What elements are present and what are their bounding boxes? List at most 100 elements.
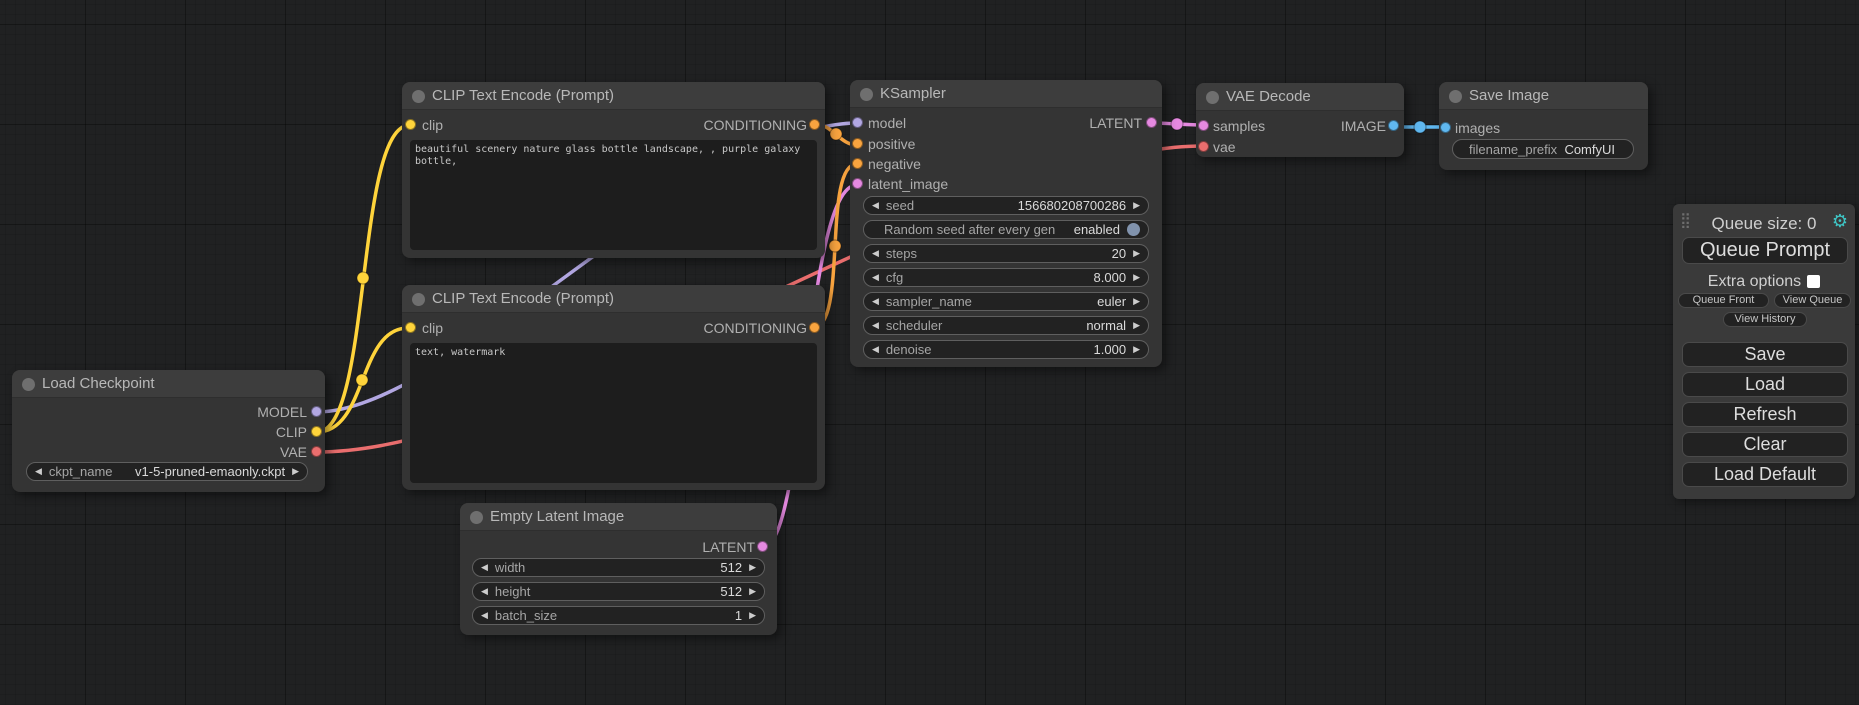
width-widget[interactable]: ◀ width 512 ▶: [472, 558, 765, 577]
output-port-model[interactable]: [311, 406, 322, 417]
node-title-bar[interactable]: VAE Decode: [1196, 83, 1404, 111]
link-midpoint-dot: [1414, 121, 1426, 133]
node-title: KSampler: [880, 85, 946, 102]
sampler-name-widget[interactable]: ◀ sampler_name euler ▶: [863, 292, 1149, 311]
batch-size-widget[interactable]: ◀ batch_size 1 ▶: [472, 606, 765, 625]
prompt-textarea[interactable]: beautiful scenery nature glass bottle la…: [410, 140, 817, 250]
load-button[interactable]: Load: [1682, 372, 1848, 397]
prompt-textarea[interactable]: text, watermark: [410, 343, 817, 483]
queue-prompt-button[interactable]: Queue Prompt: [1682, 237, 1848, 264]
decrement-arrow-icon[interactable]: ◀: [872, 340, 879, 359]
view-queue-button[interactable]: View Queue: [1774, 293, 1851, 308]
save-button[interactable]: Save: [1682, 342, 1848, 367]
increment-arrow-icon[interactable]: ▶: [749, 558, 756, 577]
node-clip-text-encode-positive[interactable]: CLIP Text Encode (Prompt) clip CONDITION…: [402, 82, 825, 258]
node-title-bar[interactable]: Save Image: [1439, 82, 1648, 110]
input-port-vae[interactable]: [1198, 141, 1209, 152]
node-collapse-dot-icon[interactable]: [22, 378, 35, 391]
input-port-clip[interactable]: [405, 322, 416, 333]
increment-arrow-icon[interactable]: ▶: [292, 462, 299, 481]
increment-arrow-icon[interactable]: ▶: [1133, 268, 1140, 287]
node-title-bar[interactable]: CLIP Text Encode (Prompt): [402, 285, 825, 313]
node-ksampler[interactable]: KSampler model positive negative latent_…: [850, 80, 1162, 367]
extra-options-row: Extra options: [1673, 273, 1855, 291]
increment-arrow-icon[interactable]: ▶: [1133, 340, 1140, 359]
node-collapse-dot-icon[interactable]: [1449, 90, 1462, 103]
node-title-bar[interactable]: CLIP Text Encode (Prompt): [402, 82, 825, 110]
output-label-conditioning: CONDITIONING: [704, 320, 807, 336]
node-title-bar[interactable]: KSampler: [850, 80, 1162, 108]
input-port-negative[interactable]: [852, 158, 863, 169]
decrement-arrow-icon[interactable]: ◀: [872, 268, 879, 287]
input-port-positive[interactable]: [852, 138, 863, 149]
queue-menu-panel: ⣿ Queue size: 0 ⚙ Queue Prompt Extra opt…: [1673, 204, 1855, 499]
increment-arrow-icon[interactable]: ▶: [1133, 292, 1140, 311]
settings-gear-icon[interactable]: ⚙: [1832, 211, 1848, 232]
node-collapse-dot-icon[interactable]: [470, 511, 483, 524]
node-vae-decode[interactable]: VAE Decode samples vae IMAGE: [1196, 83, 1404, 157]
output-port-clip[interactable]: [311, 426, 322, 437]
node-collapse-dot-icon[interactable]: [1206, 91, 1219, 104]
node-collapse-dot-icon[interactable]: [412, 293, 425, 306]
output-port-latent[interactable]: [757, 541, 768, 552]
increment-arrow-icon[interactable]: ▶: [749, 606, 756, 625]
decrement-arrow-icon[interactable]: ◀: [481, 558, 488, 577]
node-title-bar[interactable]: Load Checkpoint: [12, 370, 325, 398]
toggle-knob-icon[interactable]: [1127, 223, 1140, 236]
widget-value: ComfyUI: [1564, 142, 1615, 157]
input-port-clip[interactable]: [405, 119, 416, 130]
scheduler-widget[interactable]: ◀ scheduler normal ▶: [863, 316, 1149, 335]
output-port-vae[interactable]: [311, 446, 322, 457]
height-widget[interactable]: ◀ height 512 ▶: [472, 582, 765, 601]
decrement-arrow-icon[interactable]: ◀: [872, 316, 879, 335]
seed-widget[interactable]: ◀ seed 156680208700286 ▶: [863, 196, 1149, 215]
input-port-model[interactable]: [852, 117, 863, 128]
input-port-latent-image[interactable]: [852, 178, 863, 189]
increment-arrow-icon[interactable]: ▶: [749, 582, 756, 601]
load-default-button[interactable]: Load Default: [1682, 462, 1848, 487]
decrement-arrow-icon[interactable]: ◀: [35, 462, 42, 481]
random-seed-toggle-widget[interactable]: Random seed after every gen enabled: [863, 220, 1149, 239]
input-port-samples[interactable]: [1198, 120, 1209, 131]
node-title: CLIP Text Encode (Prompt): [432, 87, 614, 104]
extra-options-checkbox[interactable]: [1807, 275, 1820, 288]
input-label-clip: clip: [422, 320, 443, 336]
node-load-checkpoint[interactable]: Load Checkpoint MODEL CLIP VAE ◀ ckpt_na…: [12, 370, 325, 492]
increment-arrow-icon[interactable]: ▶: [1133, 244, 1140, 263]
decrement-arrow-icon[interactable]: ◀: [481, 582, 488, 601]
comfyui-canvas[interactable]: { "ui": { "arrow_left": "◀", "arrow_righ…: [0, 0, 1859, 705]
node-title: CLIP Text Encode (Prompt): [432, 290, 614, 307]
output-port-latent[interactable]: [1146, 117, 1157, 128]
queue-front-button[interactable]: Queue Front: [1678, 293, 1769, 308]
output-port-conditioning[interactable]: [809, 119, 820, 130]
increment-arrow-icon[interactable]: ▶: [1133, 316, 1140, 335]
decrement-arrow-icon[interactable]: ◀: [872, 292, 879, 311]
decrement-arrow-icon[interactable]: ◀: [872, 244, 879, 263]
input-port-images[interactable]: [1440, 122, 1451, 133]
filename-prefix-widget[interactable]: filename_prefix ComfyUI: [1452, 139, 1634, 159]
increment-arrow-icon[interactable]: ▶: [1133, 196, 1140, 215]
decrement-arrow-icon[interactable]: ◀: [872, 196, 879, 215]
node-save-image[interactable]: Save Image images filename_prefix ComfyU…: [1439, 82, 1648, 170]
link-midpoint-dot: [1171, 118, 1183, 130]
clear-button[interactable]: Clear: [1682, 432, 1848, 457]
link-midpoint-dot: [357, 272, 369, 284]
node-title-bar[interactable]: Empty Latent Image: [460, 503, 777, 531]
output-port-image[interactable]: [1388, 120, 1399, 131]
widget-label: sampler_name: [886, 294, 972, 309]
node-empty-latent-image[interactable]: Empty Latent Image LATENT ◀ width 512 ▶ …: [460, 503, 777, 635]
output-port-conditioning[interactable]: [809, 322, 820, 333]
node-clip-text-encode-negative[interactable]: CLIP Text Encode (Prompt) clip CONDITION…: [402, 285, 825, 490]
view-history-button[interactable]: View History: [1723, 312, 1807, 327]
cfg-widget[interactable]: ◀ cfg 8.000 ▶: [863, 268, 1149, 287]
denoise-widget[interactable]: ◀ denoise 1.000 ▶: [863, 340, 1149, 359]
refresh-button[interactable]: Refresh: [1682, 402, 1848, 427]
widget-value: 8.000: [1094, 270, 1127, 285]
node-collapse-dot-icon[interactable]: [860, 88, 873, 101]
ckpt-name-widget[interactable]: ◀ ckpt_name v1-5-pruned-emaonly.ckpt ▶: [26, 462, 308, 481]
widget-label: scheduler: [886, 318, 942, 333]
widget-value: 1: [735, 608, 742, 623]
decrement-arrow-icon[interactable]: ◀: [481, 606, 488, 625]
node-collapse-dot-icon[interactable]: [412, 90, 425, 103]
steps-widget[interactable]: ◀ steps 20 ▶: [863, 244, 1149, 263]
